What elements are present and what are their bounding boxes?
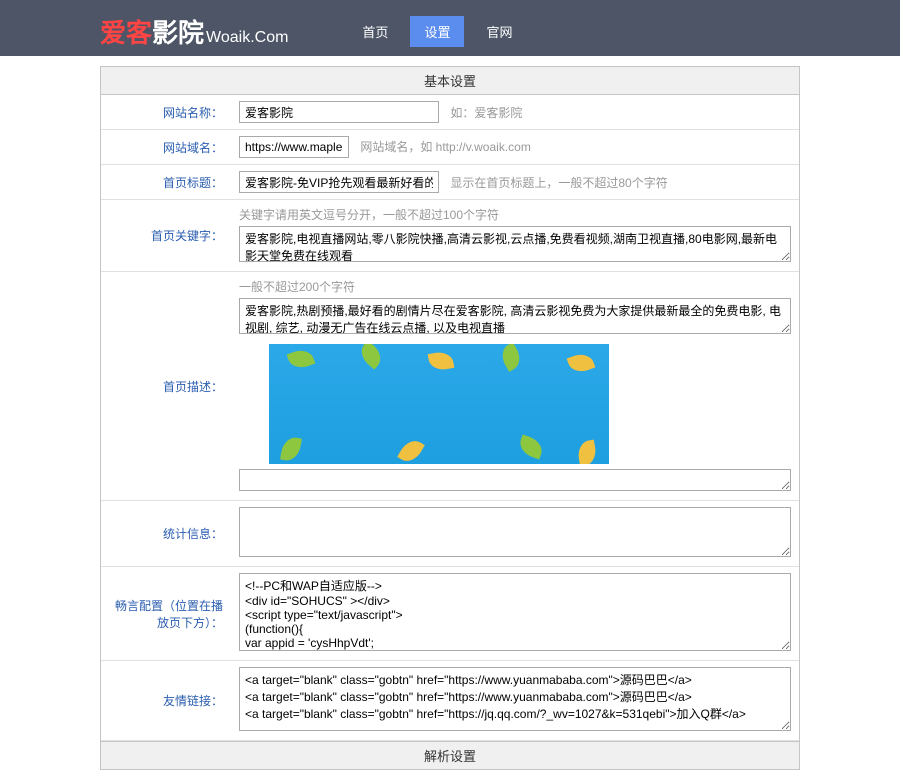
nav-home[interactable]: 首页 — [348, 16, 402, 47]
logo-text-cn2: 影院 — [152, 13, 204, 50]
home-keywords-hint: 关键字请用英文逗号分开，一般不超过100个字符 — [239, 206, 791, 223]
site-domain-input[interactable] — [239, 136, 349, 158]
home-title-label: 首页标题： — [101, 165, 231, 200]
home-desc-label: 首页描述： — [101, 272, 231, 501]
stats-label: 统计信息： — [101, 501, 231, 567]
home-desc-extra-input[interactable] — [239, 469, 791, 491]
home-desc-hint: 一般不超过200个字符 — [239, 278, 791, 295]
site-domain-label: 网站域名： — [101, 130, 231, 165]
logo-text-en: Woaik.Com — [206, 29, 288, 47]
home-title-input[interactable] — [239, 171, 439, 193]
site-name-hint: 如：爱客影院 — [450, 106, 522, 120]
home-keywords-label: 首页关键字： — [101, 200, 231, 272]
banner-image — [269, 344, 609, 464]
site-logo: 爱客 影院 Woaik.Com — [100, 13, 288, 50]
settings-panel: 基本设置 网站名称： 如：爱客影院 网站域名： 网站域名，如 http://v.… — [100, 66, 800, 770]
site-name-label: 网站名称： — [101, 95, 231, 130]
site-domain-hint: 网站域名，如 http://v.woaik.com — [360, 140, 530, 154]
stats-input[interactable] — [239, 507, 791, 557]
friendlinks-label: 友情链接： — [101, 661, 231, 741]
main-header: 爱客 影院 Woaik.Com 首页 设置 官网 — [0, 6, 900, 56]
friendlinks-input[interactable] — [239, 667, 791, 731]
nav-settings[interactable]: 设置 — [410, 16, 464, 47]
logo-text-cn1: 爱客 — [100, 13, 152, 50]
main-nav: 首页 设置 官网 — [348, 16, 526, 47]
panel-title: 基本设置 — [101, 67, 799, 95]
site-name-input[interactable] — [239, 101, 439, 123]
changyan-label: 畅言配置（位置在播放页下方）： — [101, 567, 231, 661]
home-title-hint: 显示在首页标题上，一般不超过80个字符 — [450, 176, 667, 190]
parse-settings-header: 解析设置 — [101, 741, 799, 769]
nav-official[interactable]: 官网 — [472, 16, 526, 47]
home-desc-input[interactable] — [239, 298, 791, 334]
home-keywords-input[interactable] — [239, 226, 791, 262]
changyan-input[interactable] — [239, 573, 791, 651]
